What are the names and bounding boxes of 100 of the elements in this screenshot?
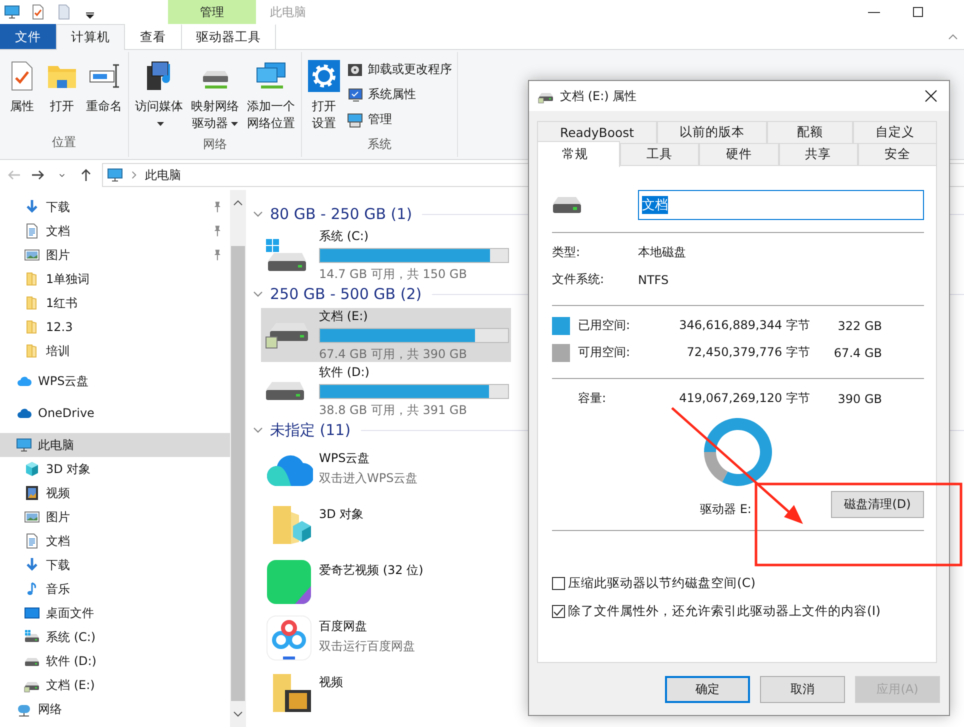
tab[interactable]: 安全 [858, 143, 937, 165]
ribbon-button[interactable]: 管理 [345, 110, 454, 129]
group-header[interactable]: 80 GB - 250 GB (1) [270, 205, 412, 223]
document-icon [24, 223, 40, 239]
tab[interactable]: 工具 [620, 143, 700, 165]
nav-item[interactable]: 培训 [0, 339, 230, 363]
checkbox-label[interactable]: 除了文件属性外，还允许索引此驱动器上文件的内容(I) [568, 603, 880, 620]
monitor-icon [16, 437, 32, 453]
nav-item[interactable]: 音乐 [0, 577, 230, 601]
scroll-up-icon[interactable] [233, 200, 243, 206]
group-header[interactable]: 250 GB - 500 GB (2) [270, 285, 422, 303]
breadcrumb-chevron-icon [129, 170, 139, 180]
checkbox[interactable] [552, 577, 565, 590]
space-label: 可用空间: [578, 344, 632, 361]
nav-item[interactable]: 1单独词 [0, 267, 230, 291]
ribbon-button[interactable]: 属性 [3, 56, 41, 134]
nav-item[interactable]: 下载 [0, 195, 230, 219]
ribbon-button[interactable]: 映射网络驱动器 [188, 56, 242, 136]
dialog-button[interactable]: 取消 [760, 676, 845, 703]
drive-icon [265, 381, 305, 401]
nav-item[interactable]: 3D 对象 [0, 457, 230, 481]
picture-icon [24, 247, 40, 263]
item-tile[interactable]: WPS云盘 双击进入WPS云盘 [261, 442, 511, 498]
scroll-down-icon[interactable] [233, 711, 243, 717]
checkbox[interactable] [552, 605, 565, 618]
drive-tile[interactable]: 软件 (D:) 38.8 GB 可用，共 391 GB [261, 364, 511, 418]
ribbon-tab[interactable]: 驱动器工具 [181, 24, 276, 49]
nav-item[interactable]: 系统 (C:) [0, 625, 230, 649]
ribbon-button[interactable]: 卸载或更改程序 [345, 60, 454, 79]
dialog-button[interactable]: 确定 [665, 676, 750, 703]
nav-item[interactable]: 桌面文件 [0, 601, 230, 625]
item-description: 双击运行百度网盘 [319, 638, 415, 655]
item-tile[interactable]: 百度网盘 双击运行百度网盘 [261, 610, 511, 666]
maximize-icon[interactable] [913, 7, 923, 17]
nav-item[interactable]: 12.3 [0, 315, 230, 339]
drive-icon [265, 322, 309, 348]
film-icon [24, 485, 40, 501]
drive-icon [24, 629, 40, 645]
nav-item[interactable]: 网络 [0, 697, 230, 721]
collapse-ribbon-icon[interactable] [948, 34, 958, 40]
monitor-icon [107, 167, 123, 183]
nav-item[interactable]: 软件 (D:) [0, 649, 230, 673]
item-name: 百度网盘 [319, 618, 368, 635]
tab[interactable]: 硬件 [699, 143, 778, 165]
document-icon [24, 533, 40, 549]
scrollbar[interactable] [230, 190, 246, 727]
nav-item[interactable]: 此电脑 [0, 433, 230, 457]
screen-icon [24, 605, 40, 621]
property-label: 文件系统: [552, 271, 606, 288]
nav-item[interactable]: 下载 [0, 553, 230, 577]
byte-count: 419,067,269,120 字节 [678, 390, 810, 407]
ribbon-button[interactable]: 打开设置 [305, 56, 343, 136]
free-space-text: 67.4 GB 可用，共 390 GB [319, 346, 468, 362]
nav-item[interactable]: 视频 [0, 481, 230, 505]
tab[interactable]: 以前的版本 [657, 121, 767, 143]
item-tile[interactable]: 爱奇艺视频 (32 位) [261, 554, 511, 610]
breadcrumb[interactable]: 此电脑 [145, 166, 181, 184]
tab[interactable]: 配额 [767, 121, 853, 143]
nav-item[interactable]: OneDrive [0, 401, 230, 425]
ribbon-button[interactable]: 添加一个网络位置 [244, 56, 298, 136]
tab[interactable]: 自定义 [853, 121, 937, 143]
space-label: 已用空间: [578, 317, 632, 334]
nav-item[interactable]: 文档 [0, 529, 230, 553]
disk-cleanup-button[interactable]: 磁盘清理(D) [831, 490, 924, 518]
drive-tile[interactable]: 文档 (E:) 67.4 GB 可用，共 390 GB [261, 308, 511, 362]
picture-icon [24, 509, 40, 525]
computer-icon [347, 112, 363, 128]
group-label: 位置 [51, 134, 77, 151]
ribbon-button[interactable]: 重命名 [83, 56, 125, 134]
ribbon-tab[interactable]: 查看 [125, 24, 181, 49]
item-tile[interactable]: 视频 [261, 666, 511, 722]
ribbon-button[interactable]: 系统属性 [345, 85, 454, 104]
nav-item[interactable]: 图片 [0, 243, 230, 267]
checkbox-label[interactable]: 压缩此驱动器以节约磁盘空间(C) [568, 575, 756, 592]
down-arrow-icon [24, 557, 40, 573]
free-space-text: 14.7 GB 可用，共 150 GB [319, 266, 468, 282]
name-field[interactable]: 文档 [638, 190, 924, 220]
ribbon-button[interactable]: 访问媒体 [132, 56, 186, 136]
group-header[interactable]: 未指定 (11) [270, 420, 351, 440]
nav-item[interactable]: 文档 [0, 219, 230, 243]
tab[interactable]: ReadyBoost [537, 121, 657, 143]
tab[interactable]: 共享 [778, 143, 858, 165]
window-title: 此电脑 [269, 4, 306, 20]
close-icon[interactable] [925, 90, 937, 102]
scroll-thumb[interactable] [231, 246, 245, 701]
monitor-icon[interactable] [4, 4, 20, 20]
dialog-title: 文档 (E:) 属性 [560, 88, 637, 104]
checklist-icon[interactable] [30, 4, 46, 20]
nav-item[interactable]: 1红书 [0, 291, 230, 315]
nav-item[interactable]: WPS云盘 [0, 369, 230, 393]
nav-item[interactable]: 文档 (E:) [0, 673, 230, 697]
nav-item[interactable]: 图片 [0, 505, 230, 529]
drive-tile[interactable]: 系统 (C:) 14.7 GB 可用，共 150 GB [261, 228, 511, 282]
ribbon-tab[interactable]: 文件 [0, 24, 56, 49]
tab[interactable]: 常规 [537, 141, 620, 167]
size-value: 390 GB [836, 392, 882, 406]
ribbon-button[interactable]: 打开 [43, 56, 81, 134]
item-tile[interactable]: 3D 对象 [261, 498, 511, 554]
size-value: 322 GB [836, 318, 882, 332]
ribbon-tab[interactable]: 计算机 [56, 24, 125, 50]
